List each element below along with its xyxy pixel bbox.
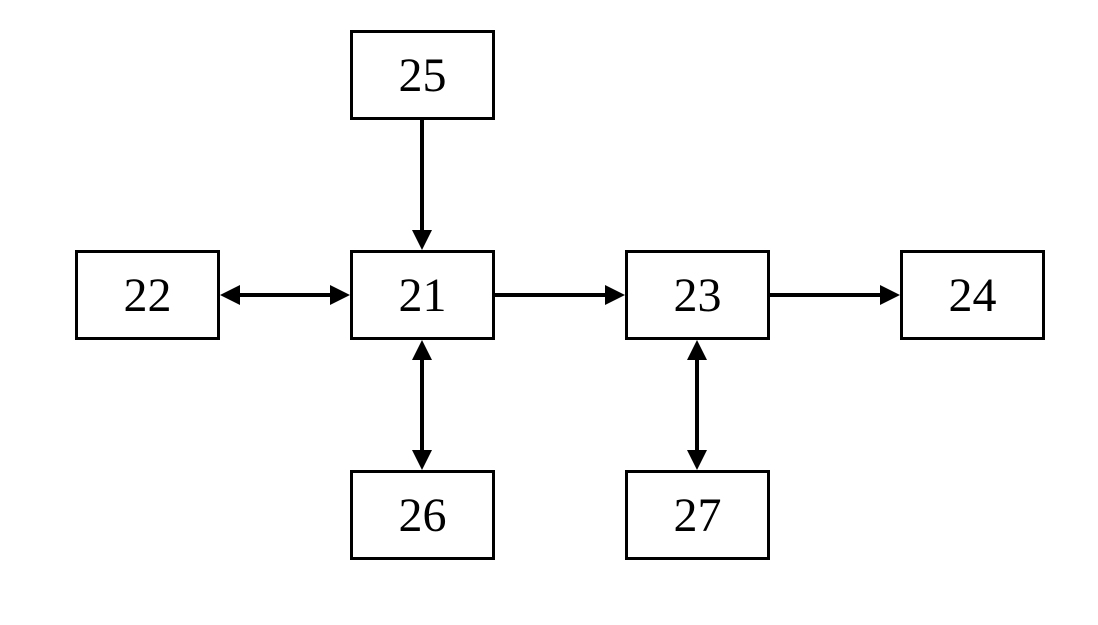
arrow-22-21-head-right — [330, 285, 350, 305]
arrow-23-27-head-down — [687, 450, 707, 470]
edge-21-23 — [495, 293, 610, 297]
node-27: 27 — [625, 470, 770, 560]
node-25: 25 — [350, 30, 495, 120]
node-24: 24 — [900, 250, 1045, 340]
edge-22-21 — [235, 293, 335, 297]
arrow-23-27-head-up — [687, 340, 707, 360]
node-22: 22 — [75, 250, 220, 340]
arrow-21-26-head-up — [412, 340, 432, 360]
node-23-label: 23 — [674, 268, 722, 323]
node-27-label: 27 — [674, 488, 722, 543]
arrow-21-26-head-down — [412, 450, 432, 470]
node-26-label: 26 — [399, 488, 447, 543]
arrow-23-24-head — [880, 285, 900, 305]
node-25-label: 25 — [399, 48, 447, 103]
edge-21-26 — [420, 355, 424, 455]
arrow-25-21-head — [412, 230, 432, 250]
node-26: 26 — [350, 470, 495, 560]
edge-25-21 — [420, 120, 424, 235]
edge-23-27 — [695, 355, 699, 455]
arrow-22-21-head-left — [220, 285, 240, 305]
node-22-label: 22 — [124, 268, 172, 323]
node-23: 23 — [625, 250, 770, 340]
node-21-label: 21 — [399, 268, 447, 323]
node-24-label: 24 — [949, 268, 997, 323]
arrow-21-23-head — [605, 285, 625, 305]
edge-23-24 — [770, 293, 885, 297]
node-21: 21 — [350, 250, 495, 340]
